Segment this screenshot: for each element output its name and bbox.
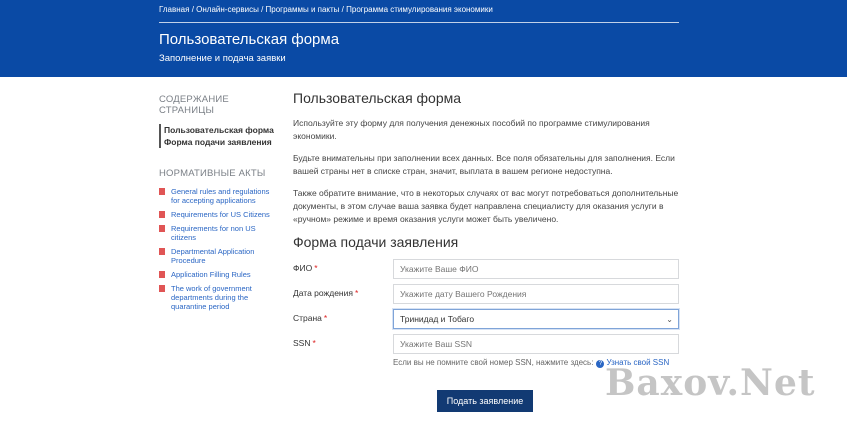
ssn-row: SSN * [293,334,679,354]
breadcrumb-programs[interactable]: Программы и пакты [266,5,340,14]
birth-date-input[interactable] [393,284,679,304]
required-mark: * [354,288,359,298]
header-divider [159,22,679,23]
sidebar: СОДЕРЖАНИЕ СТРАНИЦЫ Пользовательская фор… [159,94,279,316]
act-link-filling-rules[interactable]: Application Filling Rules [159,270,279,279]
ssn-label: SSN * [293,338,316,348]
toc-list: Пользовательская форма Форма подачи заяв… [159,124,279,148]
form-title: Форма подачи заявления [293,234,459,250]
main-content: Пользовательская форма Используйте эту ф… [293,90,693,226]
breadcrumb-current: Программа стимулирования экономики [346,5,493,14]
country-selected-value: Тринидад и Тобаго [400,314,475,324]
birth-row: Дата рождения * [293,284,679,304]
breadcrumb-online-services[interactable]: Онлайн-сервисы [196,5,259,14]
toc-heading: СОДЕРЖАНИЕ СТРАНИЦЫ [159,94,229,116]
pdf-icon [159,285,165,292]
attention-paragraph: Будьте внимательны при заполнении всех д… [293,153,675,176]
country-row: Страна * Тринидад и Тобаго ⌄ [293,309,679,329]
watermark-logo: Baxov.Net [605,362,816,404]
pdf-icon [159,271,165,278]
act-link-us-citizens[interactable]: Requirements for US Citizens [159,210,279,219]
pdf-icon [159,188,165,195]
pdf-icon [159,248,165,255]
chevron-down-icon: ⌄ [666,315,673,324]
required-mark: * [323,313,328,323]
submit-application-button[interactable]: Подать заявление [437,390,533,412]
fio-row: ФИО * [293,259,679,279]
acts-heading: НОРМАТИВНЫЕ АКТЫ [159,168,266,179]
acts-list: General rules and regulations for accept… [159,187,279,311]
act-link-non-us-citizens[interactable]: Requirements for non US citizens [159,224,279,242]
toc-item-application-form[interactable]: Форма подачи заявления [164,136,279,148]
breadcrumb-home[interactable]: Главная [159,5,189,14]
page-title: Пользовательская форма [159,31,340,48]
page-header: Главная / Онлайн-сервисы / Программы и п… [0,0,847,77]
pdf-icon [159,211,165,218]
country-select[interactable]: Тринидад и Тобаго ⌄ [393,309,679,329]
act-link-departmental-procedure[interactable]: Departmental Application Procedure [159,247,279,265]
toc-item-user-form[interactable]: Пользовательская форма [164,124,279,136]
documents-paragraph: Также обратите внимание, что в некоторых… [293,188,679,224]
intro-paragraph: Используйте эту форму для получения дене… [293,118,650,141]
required-mark: * [312,338,316,348]
fio-label: ФИО * [293,263,318,273]
help-icon: ? [596,360,605,368]
pdf-icon [159,225,165,232]
required-mark: * [314,263,318,273]
fio-input[interactable] [393,259,679,279]
ssn-input[interactable] [393,334,679,354]
act-link-general-rules[interactable]: General rules and regulations for accept… [159,187,279,205]
birth-label: Дата рождения * [293,288,359,298]
breadcrumb: Главная / Онлайн-сервисы / Программы и п… [159,5,493,14]
act-link-quarantine[interactable]: The work of government departments durin… [159,284,279,311]
country-label: Страна * [293,313,328,323]
page-subtitle: Заполнение и подача заявки [159,53,286,64]
section-title: Пользовательская форма [293,90,462,106]
